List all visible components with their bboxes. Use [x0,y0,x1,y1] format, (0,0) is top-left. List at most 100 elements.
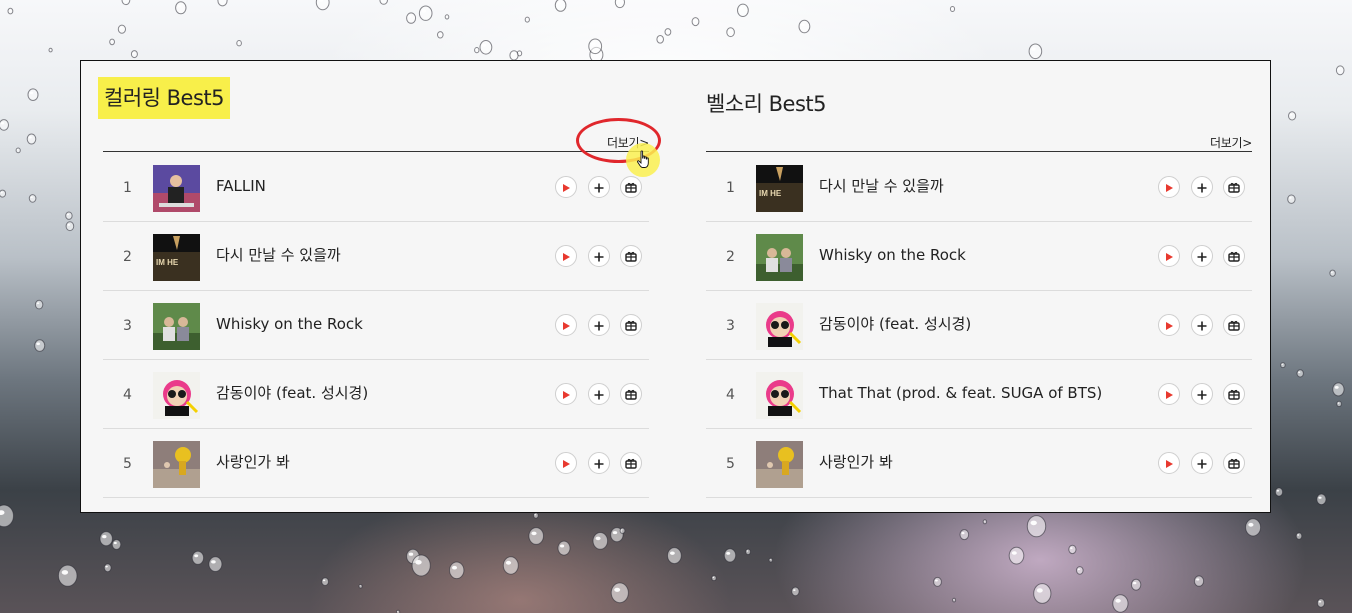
album-art[interactable] [756,234,803,281]
play-button[interactable] [555,383,577,405]
bellsound-best5-title: 벨소리 Best5 [706,92,827,116]
plus-icon [1197,178,1207,197]
plus-icon [1197,454,1207,473]
rank-number: 4 [123,387,132,403]
plus-icon [1197,247,1207,266]
play-button[interactable] [1158,314,1180,336]
song-row: 2 IM HE 다시 만날 수 있을까 [103,222,649,291]
rank-number: 5 [726,456,735,472]
add-button[interactable] [588,383,610,405]
gift-button[interactable] [620,176,642,198]
song-title[interactable]: FALLIN [216,153,266,219]
play-icon [561,178,571,197]
gift-icon [1228,385,1240,404]
song-row: 3 Whisky on the Rock [103,291,649,360]
gift-button[interactable] [1223,245,1245,267]
plus-icon [594,178,604,197]
add-button[interactable] [1191,314,1213,336]
gift-icon [1228,316,1240,335]
song-row: 5 사랑인가 봐 [706,429,1252,498]
song-title[interactable]: 다시 만날 수 있을까 [819,153,944,219]
play-button[interactable] [555,314,577,336]
gift-icon [1228,247,1240,266]
play-button[interactable] [1158,245,1180,267]
play-button[interactable] [555,176,577,198]
album-art[interactable] [756,441,803,488]
gift-icon [1228,454,1240,473]
play-icon [1164,178,1174,197]
gift-icon [625,178,637,197]
gift-button[interactable] [620,314,642,336]
song-title[interactable]: 사랑인가 봐 [216,429,290,495]
svg-text:IM HE: IM HE [759,189,782,198]
gift-icon [625,247,637,266]
plus-icon [1197,385,1207,404]
plus-icon [594,454,604,473]
gift-icon [625,454,637,473]
album-art[interactable] [756,303,803,350]
song-row: 4 감동이야 (feat. 성시경) [103,360,649,429]
hand-cursor-icon [637,150,649,168]
gift-button[interactable] [1223,452,1245,474]
song-row: 2 Whisky on the Rock [706,222,1252,291]
add-button[interactable] [588,452,610,474]
add-button[interactable] [588,176,610,198]
play-icon [1164,385,1174,404]
bellsound-more-link[interactable]: 더보기> [1210,134,1252,151]
gift-icon [625,316,637,335]
add-button[interactable] [588,314,610,336]
song-title[interactable]: Whisky on the Rock [216,291,363,357]
rank-number: 4 [726,387,735,403]
svg-text:IM HE: IM HE [156,258,179,267]
song-title[interactable]: 다시 만날 수 있을까 [216,222,341,288]
play-icon [1164,454,1174,473]
album-art[interactable]: IM HE [153,234,200,281]
album-art[interactable] [756,372,803,419]
bellsound-song-list: 1 IM HE 다시 만날 수 있을까 2 Whisky on the Rock… [706,153,1252,498]
coloring-song-list: 1 FALLIN 2 IM HE 다시 만날 수 있을까 3 Whisky on… [103,153,649,498]
rank-number: 1 [123,180,132,196]
song-row: 3 감동이야 (feat. 성시경) [706,291,1252,360]
play-icon [1164,316,1174,335]
song-title[interactable]: 감동이야 (feat. 성시경) [819,291,971,357]
plus-icon [594,316,604,335]
play-button[interactable] [1158,383,1180,405]
song-title[interactable]: 사랑인가 봐 [819,429,893,495]
play-icon [561,247,571,266]
gift-icon [1228,178,1240,197]
album-art[interactable] [153,165,200,212]
play-icon [561,385,571,404]
play-button[interactable] [1158,176,1180,198]
play-icon [1164,247,1174,266]
album-art[interactable] [153,303,200,350]
divider [706,151,1252,152]
plus-icon [594,385,604,404]
add-button[interactable] [1191,176,1213,198]
coloring-best5-section: 컬러링 Best5 더보기> 1 FALLIN 2 IM HE 다시 만날 수 … [98,61,649,512]
gift-button[interactable] [1223,314,1245,336]
album-art[interactable] [153,441,200,488]
gift-icon [625,385,637,404]
add-button[interactable] [1191,383,1213,405]
add-button[interactable] [588,245,610,267]
rank-number: 2 [123,249,132,265]
divider [103,151,649,152]
play-button[interactable] [555,452,577,474]
gift-button[interactable] [620,245,642,267]
song-title[interactable]: 감동이야 (feat. 성시경) [216,360,368,426]
gift-button[interactable] [620,452,642,474]
song-title[interactable]: Whisky on the Rock [819,222,966,288]
gift-button[interactable] [620,383,642,405]
play-button[interactable] [1158,452,1180,474]
song-title[interactable]: That That (prod. & feat. SUGA of BTS) [819,360,1102,426]
gift-button[interactable] [1223,176,1245,198]
chart-panel: 컬러링 Best5 더보기> 1 FALLIN 2 IM HE 다시 만날 수 … [80,60,1271,513]
play-button[interactable] [555,245,577,267]
album-art[interactable] [153,372,200,419]
rank-number: 3 [123,318,132,334]
gift-button[interactable] [1223,383,1245,405]
add-button[interactable] [1191,245,1213,267]
song-row: 5 사랑인가 봐 [103,429,649,498]
add-button[interactable] [1191,452,1213,474]
album-art[interactable]: IM HE [756,165,803,212]
